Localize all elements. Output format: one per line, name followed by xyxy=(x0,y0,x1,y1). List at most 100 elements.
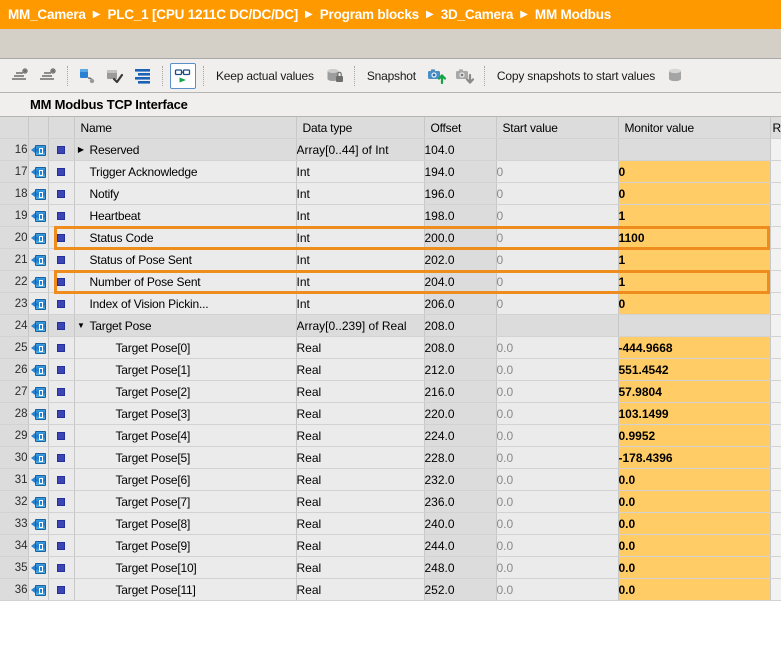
breadcrumb-item-3[interactable]: Program blocks xyxy=(320,7,419,22)
column-header-offset[interactable]: Offset xyxy=(424,117,496,139)
row-bit-marker-cell[interactable] xyxy=(48,403,74,425)
cell-retain[interactable] xyxy=(770,469,781,491)
locked-database-icon[interactable] xyxy=(323,64,347,88)
table-row[interactable]: 29Target Pose[4]Real224.00.00.9952 xyxy=(0,425,781,447)
cell-retain[interactable] xyxy=(770,337,781,359)
cell-name[interactable]: Target Pose[2] xyxy=(74,381,296,403)
load-start-values-icon[interactable] xyxy=(664,64,688,88)
column-header-retain[interactable]: R xyxy=(770,117,781,139)
table-row[interactable]: 22Number of Pose SentInt204.001 xyxy=(0,271,781,293)
column-header-datatype[interactable]: Data type xyxy=(296,117,424,139)
column-header-startvalue[interactable]: Start value xyxy=(496,117,618,139)
cell-retain[interactable] xyxy=(770,227,781,249)
cell-data-type[interactable]: Int xyxy=(296,161,424,183)
row-bit-marker-cell[interactable] xyxy=(48,249,74,271)
cell-name[interactable]: Target Pose[6] xyxy=(74,469,296,491)
cell-retain[interactable] xyxy=(770,293,781,315)
upload-from-device-icon[interactable] xyxy=(36,64,60,88)
cell-data-type[interactable]: Int xyxy=(296,183,424,205)
cell-data-type[interactable]: Real xyxy=(296,359,424,381)
table-row[interactable]: 33Target Pose[8]Real240.00.00.0 xyxy=(0,513,781,535)
breadcrumb-item-2[interactable]: PLC_1 [CPU 1211C DC/DC/DC] xyxy=(107,7,298,22)
cell-start-value[interactable]: 0.0 xyxy=(496,359,618,381)
table-row[interactable]: 30Target Pose[5]Real228.00.0-178.4396 xyxy=(0,447,781,469)
cell-start-value[interactable]: 0.0 xyxy=(496,513,618,535)
cell-data-type[interactable]: Real xyxy=(296,425,424,447)
table-row[interactable]: 27Target Pose[2]Real216.00.057.9804 xyxy=(0,381,781,403)
table-row[interactable]: 32Target Pose[7]Real236.00.00.0 xyxy=(0,491,781,513)
table-row[interactable]: 19HeartbeatInt198.001 xyxy=(0,205,781,227)
cell-start-value[interactable]: 0.0 xyxy=(496,491,618,513)
cell-data-type[interactable]: Int xyxy=(296,205,424,227)
cell-retain[interactable] xyxy=(770,161,781,183)
cell-data-type[interactable]: Real xyxy=(296,513,424,535)
cell-start-value[interactable]: 0.0 xyxy=(496,535,618,557)
row-bit-marker-cell[interactable] xyxy=(48,535,74,557)
row-bit-marker-cell[interactable] xyxy=(48,557,74,579)
row-bit-marker-cell[interactable] xyxy=(48,425,74,447)
chevron-right-icon[interactable]: ▶ xyxy=(75,146,88,154)
cell-data-type[interactable]: Int xyxy=(296,293,424,315)
expand-rows-icon[interactable] xyxy=(131,64,155,88)
table-row[interactable]: 18NotifyInt196.000 xyxy=(0,183,781,205)
cell-retain[interactable] xyxy=(770,139,781,161)
snapshot-camera-up-icon[interactable] xyxy=(425,64,449,88)
column-header-name[interactable]: Name xyxy=(74,117,296,139)
row-bit-marker-cell[interactable] xyxy=(48,469,74,491)
row-bit-marker-cell[interactable] xyxy=(48,293,74,315)
cell-data-type[interactable]: Real xyxy=(296,491,424,513)
cell-name[interactable]: Target Pose[8] xyxy=(74,513,296,535)
cell-start-value[interactable]: 0 xyxy=(496,249,618,271)
cell-retain[interactable] xyxy=(770,381,781,403)
cell-start-value[interactable]: 0.0 xyxy=(496,447,618,469)
table-row[interactable]: 36Target Pose[11]Real252.00.00.0 xyxy=(0,579,781,601)
cell-name[interactable]: Heartbeat xyxy=(74,205,296,227)
cell-retain[interactable] xyxy=(770,535,781,557)
breadcrumb-item-1[interactable]: MM_Camera xyxy=(8,7,86,22)
row-bit-marker-cell[interactable] xyxy=(48,205,74,227)
cell-retain[interactable] xyxy=(770,425,781,447)
row-bit-marker-cell[interactable] xyxy=(48,227,74,249)
cell-name[interactable]: Trigger Acknowledge xyxy=(74,161,296,183)
cell-retain[interactable] xyxy=(770,183,781,205)
cell-data-type[interactable]: Array[0..239] of Real xyxy=(296,315,424,337)
table-row[interactable]: 17Trigger AcknowledgeInt194.000 xyxy=(0,161,781,183)
row-bit-marker-cell[interactable] xyxy=(48,491,74,513)
breadcrumb-item-5[interactable]: MM Modbus xyxy=(535,7,611,22)
cell-start-value[interactable] xyxy=(496,315,618,337)
cell-data-type[interactable]: Real xyxy=(296,557,424,579)
monitor-online-icon[interactable] xyxy=(170,63,196,89)
table-row[interactable]: 28Target Pose[3]Real220.00.0103.1499 xyxy=(0,403,781,425)
table-row[interactable]: 16▶ReservedArray[0..44] of Int104.0 xyxy=(0,139,781,161)
cell-data-type[interactable]: Array[0..44] of Int xyxy=(296,139,424,161)
cell-name[interactable]: Target Pose[1] xyxy=(74,359,296,381)
cell-name[interactable]: Target Pose[11] xyxy=(74,579,296,601)
cell-name[interactable]: Target Pose[4] xyxy=(74,425,296,447)
row-bit-marker-cell[interactable] xyxy=(48,579,74,601)
cell-start-value[interactable]: 0 xyxy=(496,183,618,205)
row-bit-marker-cell[interactable] xyxy=(48,315,74,337)
cell-retain[interactable] xyxy=(770,491,781,513)
cell-retain[interactable] xyxy=(770,557,781,579)
cell-data-type[interactable]: Real xyxy=(296,469,424,491)
cell-retain[interactable] xyxy=(770,271,781,293)
table-row[interactable]: 26Target Pose[1]Real212.00.0551.4542 xyxy=(0,359,781,381)
snapshot-apply-icon[interactable] xyxy=(103,64,127,88)
cell-data-type[interactable]: Real xyxy=(296,381,424,403)
table-row[interactable]: 21Status of Pose SentInt202.001 xyxy=(0,249,781,271)
cell-retain[interactable] xyxy=(770,315,781,337)
copy-snapshots-to-start-values-label[interactable]: Copy snapshots to start values xyxy=(497,69,655,83)
table-row[interactable]: 20Status CodeInt200.001100 xyxy=(0,227,781,249)
chevron-down-icon[interactable]: ▼ xyxy=(75,322,88,330)
cell-name[interactable]: Number of Pose Sent xyxy=(74,271,296,293)
table-row[interactable]: 24▼Target PoseArray[0..239] of Real208.0 xyxy=(0,315,781,337)
row-bit-marker-cell[interactable] xyxy=(48,447,74,469)
row-bit-marker-cell[interactable] xyxy=(48,513,74,535)
table-row[interactable]: 25Target Pose[0]Real208.00.0-444.9668 xyxy=(0,337,781,359)
cell-start-value[interactable]: 0.0 xyxy=(496,403,618,425)
snapshot-camera-down-icon[interactable] xyxy=(453,64,477,88)
cell-name[interactable]: Target Pose[5] xyxy=(74,447,296,469)
cell-name[interactable]: Status of Pose Sent xyxy=(74,249,296,271)
cell-data-type[interactable]: Real xyxy=(296,403,424,425)
monitor-all-icon[interactable] xyxy=(75,64,99,88)
